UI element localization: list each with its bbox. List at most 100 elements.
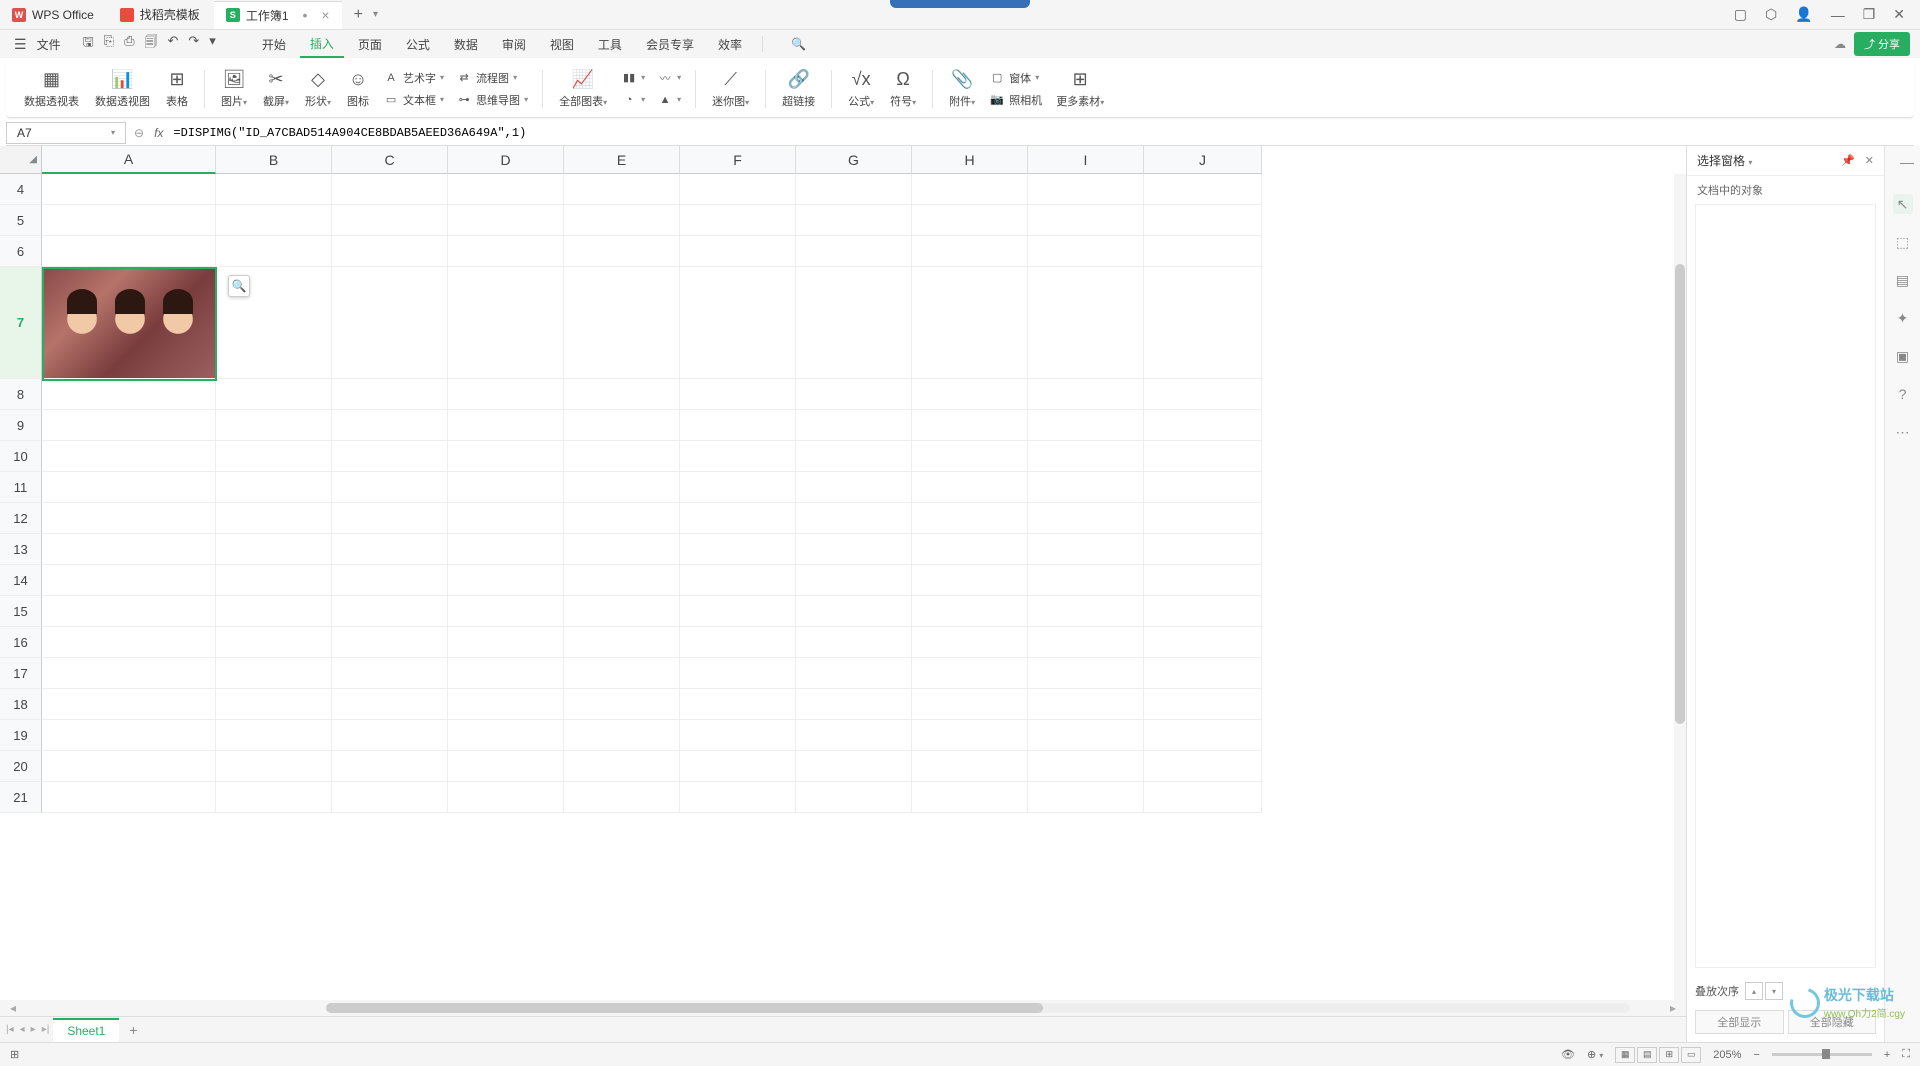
scrollbar-thumb[interactable] (1675, 264, 1685, 724)
row-header[interactable]: 7 (0, 267, 42, 379)
shape-button[interactable]: ◇形状▾ (299, 67, 337, 111)
menu-efficiency[interactable]: 效率 (708, 32, 752, 57)
cell[interactable] (564, 174, 680, 205)
cell[interactable] (448, 410, 564, 441)
cell[interactable] (332, 410, 448, 441)
cell[interactable] (216, 534, 332, 565)
style-tool-icon[interactable]: ⬚ (1893, 232, 1913, 252)
cell[interactable] (1028, 627, 1144, 658)
cell[interactable] (332, 534, 448, 565)
cell[interactable] (448, 379, 564, 410)
cell[interactable] (216, 751, 332, 782)
cell[interactable] (796, 720, 912, 751)
cell[interactable] (1144, 627, 1262, 658)
row-header[interactable]: 20 (0, 751, 42, 782)
cell[interactable] (912, 441, 1028, 472)
row-header[interactable]: 15 (0, 596, 42, 627)
minimize-icon[interactable]: — (1831, 7, 1845, 23)
cell[interactable] (42, 472, 216, 503)
cell[interactable] (332, 503, 448, 534)
cell[interactable] (912, 751, 1028, 782)
formula-input[interactable] (173, 126, 1906, 140)
icon-button[interactable]: ☺图标 (341, 67, 375, 111)
cell[interactable] (42, 565, 216, 596)
cloud-icon[interactable]: ☁ (1834, 37, 1846, 51)
print-preview-icon[interactable]: 🗐 (144, 33, 157, 55)
close-panel-icon[interactable]: ✕ (1865, 154, 1874, 167)
move-down-button[interactable]: ▾ (1765, 982, 1783, 1000)
menu-page[interactable]: 页面 (348, 32, 392, 57)
column-header[interactable]: F (680, 146, 796, 174)
analysis-icon[interactable]: ✦ (1893, 308, 1913, 328)
cell[interactable] (42, 596, 216, 627)
pin-icon[interactable]: 📌 (1841, 154, 1855, 167)
cell[interactable] (564, 441, 680, 472)
cell[interactable] (332, 236, 448, 267)
cell[interactable] (216, 472, 332, 503)
pie-chart-button[interactable]: ◔▾ (617, 91, 649, 109)
cell[interactable] (448, 503, 564, 534)
cell[interactable] (796, 751, 912, 782)
cell[interactable] (216, 596, 332, 627)
cell[interactable] (1144, 720, 1262, 751)
collapse-sidebar-icon[interactable]: — (1900, 154, 1920, 170)
mindmap-button[interactable]: ⊶思维导图▾ (452, 91, 532, 109)
column-header[interactable]: I (1028, 146, 1144, 174)
menu-tools[interactable]: 工具 (588, 32, 632, 57)
select-tool-icon[interactable]: ↖ (1893, 194, 1913, 214)
cell[interactable] (1144, 267, 1262, 379)
cell[interactable] (912, 596, 1028, 627)
area-chart-button[interactable]: ▲▾ (653, 91, 685, 109)
cell[interactable] (332, 174, 448, 205)
cell[interactable] (448, 534, 564, 565)
screenshot-button[interactable]: ✂截屏▾ (257, 67, 295, 111)
scrollbar-thumb[interactable] (326, 1003, 1043, 1013)
cell[interactable] (1028, 174, 1144, 205)
last-sheet-icon[interactable]: ▸| (42, 1024, 50, 1035)
column-header[interactable]: H (912, 146, 1028, 174)
cell[interactable] (680, 236, 796, 267)
cell[interactable] (42, 720, 216, 751)
properties-icon[interactable]: ▤ (1893, 270, 1913, 290)
maximize-icon[interactable]: ❐ (1863, 6, 1876, 23)
fullscreen-icon[interactable]: ⛶ (1902, 1048, 1910, 1061)
menu-data[interactable]: 数据 (444, 32, 488, 57)
cell[interactable] (796, 441, 912, 472)
cell[interactable] (1028, 267, 1144, 379)
cell[interactable] (680, 565, 796, 596)
cell[interactable] (448, 627, 564, 658)
cell[interactable] (448, 658, 564, 689)
cell[interactable] (448, 267, 564, 379)
row-header[interactable]: 11 (0, 472, 42, 503)
first-sheet-icon[interactable]: |◂ (6, 1024, 14, 1035)
cell[interactable] (796, 689, 912, 720)
cell[interactable] (1028, 534, 1144, 565)
cell[interactable] (1144, 174, 1262, 205)
cell[interactable] (332, 658, 448, 689)
row-header[interactable]: 8 (0, 379, 42, 410)
cell[interactable] (912, 534, 1028, 565)
row-header[interactable]: 4 (0, 174, 42, 205)
cell[interactable] (332, 472, 448, 503)
zoom-slider[interactable] (1772, 1053, 1872, 1056)
cancel-formula-icon[interactable]: ⊖ (134, 126, 144, 140)
cell[interactable] (1028, 379, 1144, 410)
cell[interactable] (796, 379, 912, 410)
eye-icon[interactable]: 👁 (1561, 1048, 1575, 1061)
row-header[interactable]: 18 (0, 689, 42, 720)
menu-view[interactable]: 视图 (540, 32, 584, 57)
cell[interactable] (680, 267, 796, 379)
cell[interactable] (796, 596, 912, 627)
cell[interactable] (564, 596, 680, 627)
prev-sheet-icon[interactable]: ◂ (20, 1024, 25, 1035)
cell[interactable] (796, 782, 912, 813)
cell[interactable] (1028, 689, 1144, 720)
print-icon[interactable]: ⎙ (124, 33, 134, 55)
file-menu[interactable]: 文件 (35, 32, 71, 57)
cell[interactable] (42, 441, 216, 472)
cell[interactable] (448, 565, 564, 596)
help-icon[interactable]: ? (1893, 384, 1913, 404)
formula-button[interactable]: √x公式▾ (842, 67, 880, 111)
cell[interactable] (564, 267, 680, 379)
cell[interactable] (448, 236, 564, 267)
